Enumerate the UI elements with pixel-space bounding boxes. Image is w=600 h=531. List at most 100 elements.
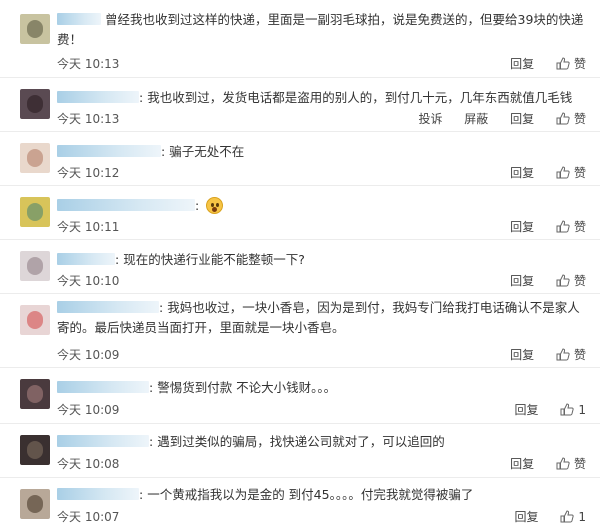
comment-time: 今天 10:09 [57,348,120,362]
comment-item: : 警惕货到付款 不论大小钱财。。。 今天 10:09 回复 1 [0,368,600,424]
like-button[interactable]: 1 [560,403,586,417]
comment-item: : 现在的快递行业能不能整顿一下? 今天 10:10 回复 赞 [0,240,600,294]
avatar[interactable] [20,89,50,119]
username-colon: : [149,380,154,395]
reply-button[interactable]: 回复 [515,401,539,418]
username[interactable] [57,145,161,157]
reply-button[interactable]: 回复 [510,346,534,363]
avatar[interactable] [20,435,50,465]
username[interactable] [57,381,149,393]
username-colon: : [139,90,144,105]
username[interactable] [57,435,149,447]
avatar[interactable] [20,197,50,227]
reply-button[interactable]: 回复 [510,455,534,472]
comment-actions: 回复 赞 [492,55,586,72]
comment-text: 曾经我也收到过这样的快递，里面是一副羽毛球拍，说是免费送的，但要给39块的快递费… [57,12,584,47]
thumbs-up-icon [556,348,570,361]
like-button[interactable]: 赞 [556,218,586,235]
comment-actions: 回复 赞 [492,218,586,235]
thumbs-up-icon [560,403,575,416]
comment-time: 今天 10:13 [57,57,120,71]
avatar[interactable] [20,305,50,335]
comment-item: : 我也收到过，发货电话都是盗用的别人的，到付几十元，几年东西就值几毛钱 今天 … [0,78,600,132]
username-colon: : [149,434,154,449]
comment-time: 今天 10:07 [57,510,120,524]
comment-time: 今天 10:12 [57,166,120,180]
comment-text-block: : 警惕货到付款 不论大小钱财。。。 [57,378,590,398]
comment-actions: 回复 赞 [492,164,586,181]
username[interactable] [57,488,139,500]
comment-text: 现在的快递行业能不能整顿一下? [123,252,305,267]
like-button[interactable]: 赞 [556,55,586,72]
comment-text-block: 曾经我也收到过这样的快递，里面是一副羽毛球拍，说是免费送的，但要给39块的快递费… [57,10,590,50]
like-button[interactable]: 1 [560,510,586,524]
avatar[interactable] [20,251,50,281]
username[interactable] [57,91,139,103]
like-label: 赞 [573,57,586,71]
like-count: 1 [578,403,586,417]
block-button[interactable]: 屏蔽 [464,110,488,127]
comment-actions: 投诉 屏蔽 回复 赞 [400,110,586,127]
report-button[interactable]: 投诉 [418,110,442,127]
comment-item: : 我妈也收过，一块小香皂，因为是到付，我妈专门给我打电话确认不是家人寄的。最后… [0,294,600,368]
comment-actions: 回复 1 [497,508,586,525]
comment-actions: 回复 赞 [492,272,586,289]
comment-text-block: : 遇到过类似的骗局，找快递公司就对了，可以追回的 [57,432,590,452]
comment-text-block: : [57,196,590,216]
comment-text: 骗子无处不在 [169,144,245,159]
thumbs-up-icon [556,274,570,287]
comment-time: 今天 10:08 [57,457,120,471]
avatar[interactable] [20,379,50,409]
username-colon: : [159,300,164,315]
username-colon: : [195,198,200,213]
comment-actions: 回复 1 [497,401,586,418]
reply-button[interactable]: 回复 [515,508,539,525]
comment-text: 警惕货到付款 不论大小钱财。。。 [157,380,337,395]
comment-item: 曾经我也收到过这样的快递，里面是一副羽毛球拍，说是免费送的，但要给39块的快递费… [0,0,600,78]
comment-text-block: : 我也收到过，发货电话都是盗用的别人的，到付几十元，几年东西就值几毛钱 [57,88,590,108]
avatar[interactable] [20,489,50,519]
reply-button[interactable]: 回复 [510,110,534,127]
thumbs-up-icon [560,510,575,523]
reply-button[interactable]: 回复 [510,218,534,235]
like-button[interactable]: 赞 [556,272,586,289]
thumbs-up-icon [556,57,570,70]
like-button[interactable]: 赞 [556,455,586,472]
comment-item: : 骗子无处不在 今天 10:12 回复 赞 [0,132,600,186]
thumbs-up-icon [556,457,570,470]
comment-text-block: : 现在的快递行业能不能整顿一下? [57,250,590,270]
username-colon: : [139,487,144,502]
comment-text-block: : 我妈也收过，一块小香皂，因为是到付，我妈专门给我打电话确认不是家人寄的。最后… [57,298,590,338]
like-label: 赞 [573,457,586,471]
like-label: 赞 [573,220,586,234]
comment-item: : 一个黄戒指我以为是金的 到付45。。。。付完我就觉得被骗了 今天 10:07… [0,478,600,531]
like-label: 赞 [573,348,586,362]
username[interactable] [57,301,159,313]
avatar[interactable] [20,143,50,173]
reply-button[interactable]: 回复 [510,164,534,181]
username[interactable] [57,13,101,25]
like-label: 赞 [573,166,586,180]
reply-button[interactable]: 回复 [510,55,534,72]
thumbs-up-icon [556,112,570,125]
thumbs-up-icon [556,166,570,179]
comment-time: 今天 10:11 [57,220,120,234]
like-count: 1 [578,510,586,524]
avatar[interactable] [20,14,50,44]
thumbs-up-icon [556,220,570,233]
comment-list: 曾经我也收到过这样的快递，里面是一副羽毛球拍，说是免费送的，但要给39块的快递费… [0,0,600,531]
comment-item: : 今天 10:11 回复 赞 [0,186,600,240]
comment-text-block: : 骗子无处不在 [57,142,590,162]
comment-text-block: : 一个黄戒指我以为是金的 到付45。。。。付完我就觉得被骗了 [57,485,590,505]
like-button[interactable]: 赞 [556,346,586,363]
comment-item: : 遇到过类似的骗局，找快递公司就对了，可以追回的 今天 10:08 回复 赞 [0,424,600,478]
comment-text: 我也收到过，发货电话都是盗用的别人的，到付几十元，几年东西就值几毛钱 [147,90,573,105]
like-button[interactable]: 赞 [556,110,586,127]
comment-time: 今天 10:09 [57,403,120,417]
username[interactable] [57,253,115,265]
like-button[interactable]: 赞 [556,164,586,181]
username-colon: : [115,252,120,267]
username[interactable] [57,199,195,211]
reply-button[interactable]: 回复 [510,272,534,289]
surprised-emoji-icon [206,197,224,214]
